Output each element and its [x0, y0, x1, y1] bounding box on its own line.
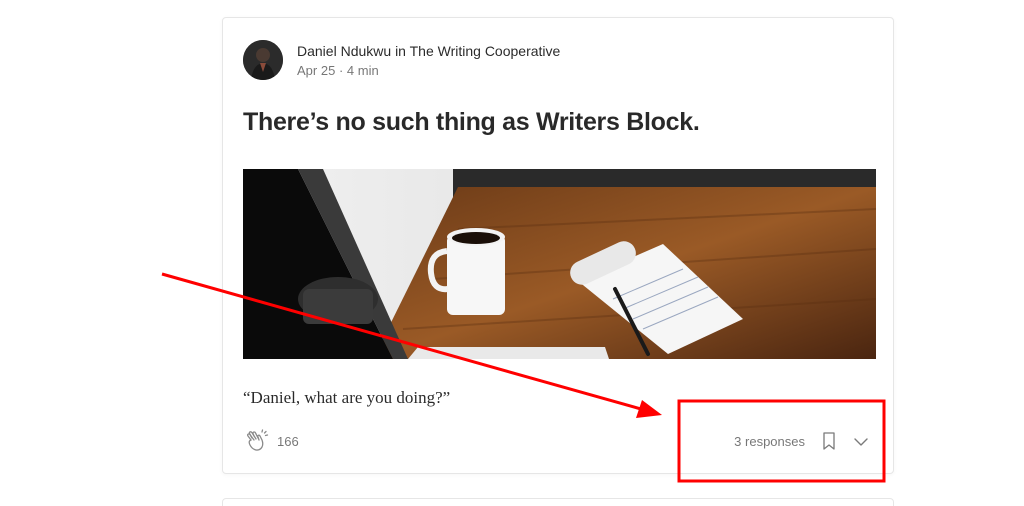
author-name[interactable]: Daniel Ndukwu: [297, 43, 391, 59]
author-line: Daniel Ndukwu in The Writing Cooperative: [297, 41, 560, 61]
post-actions: 3 responses: [734, 428, 873, 454]
post-title[interactable]: There’s no such thing as Writers Block.: [243, 104, 873, 140]
in-word: in: [395, 43, 406, 59]
responses-link[interactable]: 3 responses: [734, 434, 805, 449]
post-snippet[interactable]: “Daniel, what are you doing?”: [243, 386, 450, 410]
post-meta: Daniel Ndukwu in The Writing Cooperative…: [297, 41, 560, 81]
chevron-down-icon[interactable]: [849, 429, 873, 453]
next-post-card[interactable]: [222, 498, 894, 506]
clap-count: 166: [277, 433, 299, 449]
meta-separator: ·: [338, 63, 344, 78]
author-avatar[interactable]: [243, 40, 283, 80]
post-hero-image[interactable]: [243, 169, 876, 359]
post-card[interactable]: Daniel Ndukwu in The Writing Cooperative…: [222, 17, 894, 474]
post-date[interactable]: Apr 25: [297, 63, 335, 78]
clap-icon[interactable]: [243, 428, 269, 454]
publication-name[interactable]: The Writing Cooperative: [410, 43, 561, 59]
bookmark-icon[interactable]: [817, 429, 841, 453]
clap-button[interactable]: 166: [243, 428, 299, 454]
post-date-line: Apr 25 · 4 min: [297, 61, 560, 81]
read-time: 4 min: [346, 63, 379, 78]
